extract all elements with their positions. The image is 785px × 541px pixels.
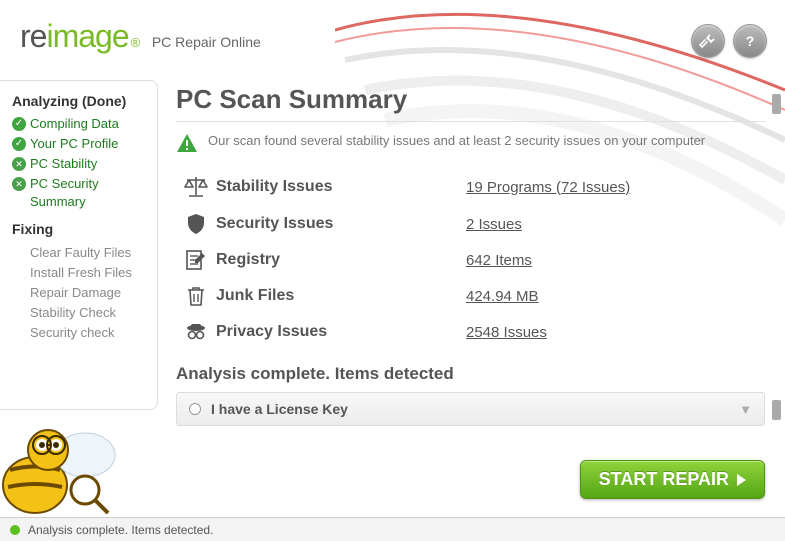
issue-label: Registry xyxy=(216,251,466,269)
tagline: PC Repair Online xyxy=(152,34,261,50)
alert-text: Our scan found several stability issues … xyxy=(208,132,705,150)
logo: reimage® xyxy=(20,18,140,55)
spy-icon xyxy=(184,320,208,344)
issue-label: Privacy Issues xyxy=(216,323,466,341)
sidebar-section-analyzing: Analyzing (Done) xyxy=(12,93,149,109)
chevron-down-icon: ▼ xyxy=(739,402,752,417)
issue-row-security: Security Issues 2 Issues xyxy=(176,206,765,242)
sidebar-item-label: Your PC Profile xyxy=(30,135,118,153)
logo-text-image: image xyxy=(46,18,128,55)
page-title: PC Scan Summary xyxy=(176,84,765,122)
issue-row-junk: Junk Files 424.94 MB xyxy=(176,278,765,314)
header: reimage® PC Repair Online ? xyxy=(0,0,785,80)
issue-value-link[interactable]: 2548 Issues xyxy=(466,324,547,341)
warning-icon xyxy=(176,132,198,154)
sidebar-item-compiling-data[interactable]: Compiling Data xyxy=(12,115,149,133)
registry-icon xyxy=(184,248,208,272)
sidebar: Analyzing (Done) Compiling Data Your PC … xyxy=(0,80,158,410)
cross-icon xyxy=(12,157,26,171)
help-icon: ? xyxy=(741,32,759,50)
start-repair-label: START REPAIR xyxy=(599,469,729,490)
cross-icon xyxy=(12,177,26,191)
main-panel: PC Scan Summary Our scan found several s… xyxy=(158,80,785,515)
radio-icon xyxy=(189,403,201,415)
check-icon xyxy=(12,117,26,131)
sidebar-section-fixing: Fixing xyxy=(12,221,149,237)
svg-text:?: ? xyxy=(746,33,755,49)
sidebar-item-clear-faulty[interactable]: Clear Faulty Files xyxy=(12,243,149,263)
status-text: Analysis complete. Items detected. xyxy=(28,523,213,537)
sidebar-item-pc-profile[interactable]: Your PC Profile xyxy=(12,135,149,153)
status-bar: Analysis complete. Items detected. xyxy=(0,517,785,541)
help-button[interactable]: ? xyxy=(733,24,767,58)
start-repair-button[interactable]: START REPAIR xyxy=(580,460,765,499)
tools-button[interactable] xyxy=(691,24,725,58)
scales-icon xyxy=(183,174,209,200)
issue-value-link[interactable]: 424.94 MB xyxy=(466,288,539,305)
mascot-bee-icon xyxy=(0,395,130,525)
sidebar-item-install-fresh[interactable]: Install Fresh Files xyxy=(12,263,149,283)
sidebar-item-label: PC Security Summary xyxy=(30,175,149,211)
issue-label: Security Issues xyxy=(216,215,466,233)
trash-icon xyxy=(184,284,208,308)
issue-row-registry: Registry 642 Items xyxy=(176,242,765,278)
analysis-heading: Analysis complete. Items detected xyxy=(176,364,765,384)
sidebar-item-pc-stability[interactable]: PC Stability xyxy=(12,155,149,173)
play-icon xyxy=(737,474,746,486)
sidebar-item-repair-damage[interactable]: Repair Damage xyxy=(12,283,149,303)
sidebar-item-stability-check[interactable]: Stability Check xyxy=(12,303,149,323)
shield-icon xyxy=(184,212,208,236)
issue-value-link[interactable]: 2 Issues xyxy=(466,216,522,233)
license-label: I have a License Key xyxy=(211,401,729,417)
license-key-toggle[interactable]: I have a License Key ▼ xyxy=(176,392,765,426)
logo-registered: ® xyxy=(131,35,141,50)
issue-value-link[interactable]: 642 Items xyxy=(466,252,532,269)
issue-value-link[interactable]: 19 Programs (72 Issues) xyxy=(466,179,630,196)
sidebar-item-security-check[interactable]: Security check xyxy=(12,323,149,343)
logo-text-re: re xyxy=(20,18,46,55)
status-dot-icon xyxy=(10,525,20,535)
issue-label: Stability Issues xyxy=(216,178,466,196)
alert-message: Our scan found several stability issues … xyxy=(176,132,765,154)
issue-row-stability: Stability Issues 19 Programs (72 Issues) xyxy=(176,168,765,206)
sidebar-item-pc-security[interactable]: PC Security Summary xyxy=(12,175,149,211)
issue-row-privacy: Privacy Issues 2548 Issues xyxy=(176,314,765,350)
issue-label: Junk Files xyxy=(216,287,466,305)
sidebar-item-label: Compiling Data xyxy=(30,115,119,133)
tools-icon xyxy=(699,32,717,50)
sidebar-item-label: PC Stability xyxy=(30,155,97,173)
check-icon xyxy=(12,137,26,151)
